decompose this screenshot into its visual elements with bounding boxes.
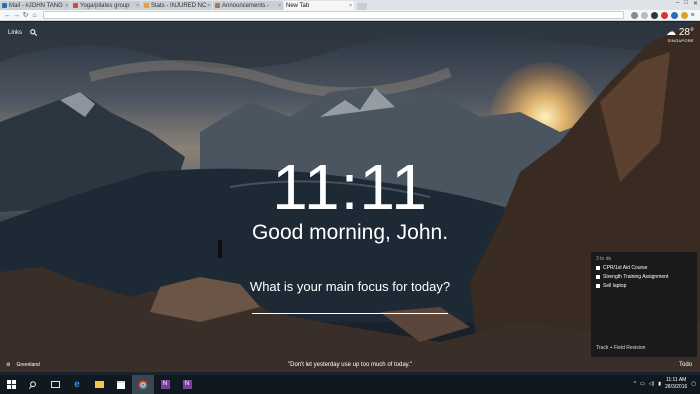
close-icon[interactable]: × — [278, 3, 281, 9]
close-icon[interactable]: × — [65, 3, 68, 9]
todo-item[interactable]: CPR/1st Aid Course — [596, 265, 692, 271]
links-menu: Links — [8, 29, 38, 36]
focus-input[interactable] — [252, 313, 448, 314]
tab-strip: Mail - #JOHN TANG × Yoga/pilates group × S… — [0, 0, 700, 10]
announce-icon — [215, 3, 220, 8]
home-icon[interactable]: ⌂ — [30, 11, 39, 20]
search-icon[interactable] — [22, 375, 44, 394]
sheet-icon — [144, 3, 149, 8]
system-tray: ^ ▭ ◁) ▮ 11:11 AM 28/3/2016 ▢ — [634, 377, 696, 391]
system-time: 11:11 AM — [665, 377, 687, 383]
weather-widget[interactable]: ☁ 28° SINGAPORE — [666, 27, 694, 43]
chrome-icon[interactable] — [132, 375, 154, 394]
todo-toggle[interactable]: Todo — [679, 362, 692, 368]
tab-new-tab[interactable]: New Tab × — [284, 1, 354, 10]
clock: 11:11 — [272, 151, 428, 223]
tab-label: Yoga/pilates group — [80, 2, 130, 9]
chevron-up-icon[interactable]: ^ — [634, 381, 636, 387]
system-clock[interactable]: 11:11 AM 28/3/2016 — [665, 377, 687, 391]
tab-label: Announcements - — [222, 2, 270, 9]
todo-item-label: Sell laptop — [603, 283, 627, 289]
todo-item[interactable]: Strength Training Assignment — [596, 274, 692, 280]
onenote-icon[interactable]: N — [176, 375, 198, 394]
new-tab-button[interactable] — [357, 3, 367, 10]
tab-mail[interactable]: Mail - #JOHN TANG × — [0, 1, 70, 10]
address-bar[interactable] — [43, 11, 624, 19]
minimize-icon[interactable]: – — [676, 0, 679, 7]
windows-taskbar: e N N ^ ▭ ◁) ▮ 11:11 AM 28/3/2016 ▢ — [0, 375, 700, 394]
tab-stats[interactable]: Stats - INJURED NC × — [142, 1, 212, 10]
links-button[interactable]: Links — [8, 30, 22, 36]
forward-icon[interactable]: → — [12, 11, 21, 20]
battery-icon[interactable]: ▮ — [658, 381, 661, 387]
store-icon[interactable] — [110, 375, 132, 394]
todo-count: 3 to do — [596, 256, 612, 262]
gmail-icon — [73, 3, 78, 8]
menu-icon[interactable]: ≡ — [688, 11, 697, 20]
system-date: 28/3/2016 — [665, 384, 688, 390]
bookmark-star-icon[interactable] — [641, 11, 648, 19]
hiker-figure — [218, 244, 222, 258]
extension-icon[interactable] — [651, 11, 658, 19]
greeting: Good morning, John. — [251, 221, 449, 244]
daily-quote: "Don't let yesterday use up too much of … — [287, 362, 413, 368]
todo-panel: 3 to do CPR/1st Aid Course Strength Trai… — [591, 252, 697, 357]
checkbox[interactable] — [596, 266, 600, 270]
extension-icon[interactable] — [631, 11, 638, 19]
window-controls: – □ ✕ — [676, 0, 698, 7]
extension-icon[interactable] — [681, 11, 688, 19]
todo-item[interactable]: Sell laptop — [596, 283, 692, 289]
search-icon[interactable] — [30, 29, 38, 36]
notifications-icon[interactable]: ▢ — [691, 381, 696, 387]
windows-start-icon[interactable] — [0, 375, 22, 394]
extension-icon[interactable] — [671, 11, 678, 19]
mail-icon — [2, 3, 7, 8]
close-window-icon[interactable]: ✕ — [693, 0, 698, 7]
tab-label: Stats - INJURED NC — [151, 2, 207, 9]
cloud-icon: ☁ — [666, 27, 677, 38]
temperature: 28° — [678, 27, 694, 38]
weather-location: SINGAPORE — [667, 38, 694, 43]
tab-announcements[interactable]: Announcements - × — [213, 1, 283, 10]
task-view-icon[interactable] — [44, 375, 66, 394]
checkbox[interactable] — [596, 275, 600, 279]
close-icon[interactable]: × — [207, 3, 210, 9]
close-icon[interactable]: × — [136, 3, 139, 9]
tab-yoga[interactable]: Yoga/pilates group × — [71, 1, 141, 10]
new-todo-input[interactable]: Track + Field Revision — [596, 345, 645, 351]
reload-icon[interactable]: ↻ — [21, 11, 30, 20]
onenote-icon[interactable]: N — [154, 375, 176, 394]
todo-item-label: Strength Training Assignment — [603, 274, 669, 280]
edge-icon[interactable]: e — [66, 375, 88, 394]
back-icon[interactable]: ← — [3, 11, 12, 20]
maximize-icon[interactable]: □ — [684, 0, 688, 7]
file-explorer-icon[interactable] — [88, 375, 110, 394]
checkbox[interactable] — [596, 284, 600, 288]
close-icon[interactable]: × — [349, 3, 352, 9]
network-icon[interactable]: ▭ — [640, 381, 645, 387]
tab-label: Mail - #JOHN TANG — [9, 2, 63, 9]
browser-toolbar: ← → ↻ ⌂ ≡ — [0, 10, 700, 21]
todo-item-label: CPR/1st Aid Course — [603, 265, 648, 271]
extension-icon[interactable] — [661, 11, 668, 19]
volume-icon[interactable]: ◁) — [649, 381, 655, 387]
tab-label: New Tab — [286, 2, 310, 9]
